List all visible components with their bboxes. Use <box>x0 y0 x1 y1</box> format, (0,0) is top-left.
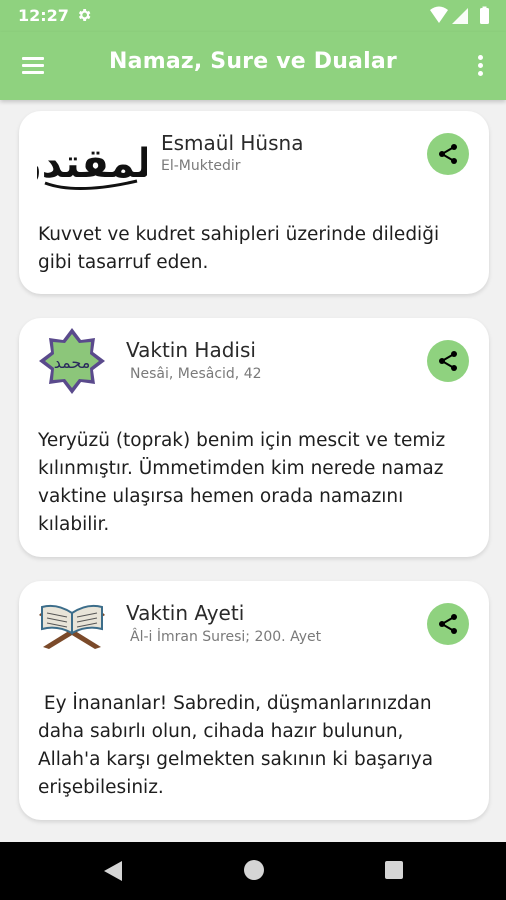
share-button[interactable] <box>427 133 469 175</box>
arabic-calligraphy-icon: المقتدر <box>37 141 147 190</box>
share-icon <box>439 351 457 371</box>
home-circle-icon[interactable] <box>244 860 264 880</box>
share-button[interactable] <box>427 603 469 645</box>
card-body: Ey İnananlar! Sabredin, düşmanlarınızdan… <box>38 693 439 798</box>
share-icon <box>439 614 457 634</box>
status-indicators <box>430 6 489 24</box>
signal-icon <box>452 8 468 24</box>
card-title: Esmaül Hüsna <box>161 131 304 155</box>
status-bar: 12:27 <box>0 0 506 32</box>
quran-book-icon <box>39 604 105 649</box>
vaktin-hadisi-card[interactable]: محمد Vaktin Hadisi Nesâi, Mesâcid, 42 Ye… <box>19 318 489 557</box>
battery-icon <box>480 8 489 24</box>
more-vert-icon[interactable] <box>474 52 486 80</box>
muhammad-calligraphy-star-icon: محمد <box>39 328 105 394</box>
gear-icon <box>78 9 91 21</box>
card-body: Yeryüzü (toprak) benim için mescit ve te… <box>38 430 446 535</box>
card-body: Kuvvet ve kudret sahipleri üzerinde dile… <box>38 224 440 273</box>
share-icon <box>439 144 457 164</box>
card-title: Vaktin Hadisi <box>126 338 256 362</box>
vaktin-ayeti-card[interactable]: Vaktin Ayeti Âl-i İmran Suresi; 200. Aye… <box>19 581 489 820</box>
share-button[interactable] <box>427 340 469 382</box>
card-subtitle: Nesâi, Mesâcid, 42 <box>130 366 262 382</box>
app-title: Namaz, Sure ve Dualar <box>109 49 397 74</box>
svg-text:المقتدر: المقتدر <box>37 141 147 187</box>
card-subtitle: Âl-i İmran Suresi; 200. Ayet <box>130 629 322 645</box>
card-subtitle: El-Muktedir <box>161 158 241 174</box>
esmaul-husna-card[interactable]: المقتدر Esmaül Hüsna El-Muktedir Kuvvet … <box>19 111 489 294</box>
recents-square-icon[interactable] <box>385 861 403 879</box>
wifi-icon <box>430 6 448 23</box>
system-nav-bar <box>0 842 506 900</box>
app-bar: Namaz, Sure ve Dualar <box>0 32 506 100</box>
status-time: 12:27 <box>18 6 69 25</box>
back-triangle-icon[interactable] <box>104 861 122 881</box>
card-title: Vaktin Ayeti <box>126 601 245 625</box>
svg-text:محمد: محمد <box>54 353 91 372</box>
